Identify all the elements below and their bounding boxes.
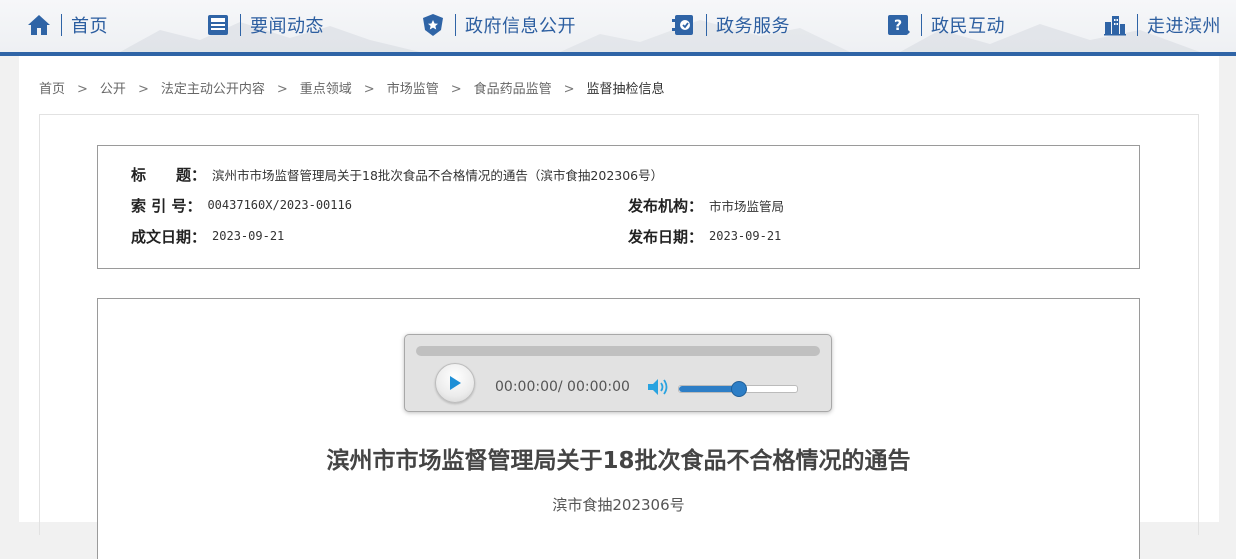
- nav-item-news[interactable]: 要闻动态: [206, 10, 324, 40]
- breadcrumb-separator: >: [77, 82, 88, 97]
- volume-icon[interactable]: [647, 378, 669, 396]
- meta-published-key: 发布日期：: [628, 227, 704, 246]
- background-decoration: [120, 20, 1200, 52]
- nav-separator: [61, 14, 62, 36]
- nav-item-services[interactable]: 政务服务: [672, 10, 790, 40]
- article-body: 00:00:00/ 00:00:00 滨州市市场监督管理局关于18批次食品不合格…: [97, 298, 1140, 559]
- breadcrumb-link-food-drug[interactable]: 食品药品监管: [474, 82, 552, 97]
- meta-title-key: 标 题：: [131, 165, 207, 184]
- meta-index-row: 索 引 号： 00437160X/2023-00116: [131, 195, 352, 215]
- breadcrumb-current: 监督抽检信息: [586, 82, 665, 97]
- meta-created-row: 成文日期： 2023-09-21: [131, 226, 284, 246]
- document-metadata: 标 题： 滨州市市场监督管理局关于18批次食品不合格情况的通告（滨市食抽2023…: [97, 145, 1140, 269]
- nav-separator: [706, 14, 707, 36]
- meta-index-value: 00437160X/2023-00116: [207, 198, 352, 212]
- play-icon: [450, 376, 461, 390]
- home-icon: [27, 13, 51, 37]
- meta-title-row: 标 题： 滨州市市场监督管理局关于18批次食品不合格情况的通告（滨市食抽2023…: [131, 164, 663, 184]
- breadcrumb-separator: >: [563, 82, 575, 97]
- breadcrumb-link-market[interactable]: 市场监管: [387, 82, 439, 97]
- meta-published-row: 发布日期： 2023-09-21: [628, 226, 781, 246]
- meta-publisher-value: 市市场监管局: [709, 198, 785, 214]
- nav-item-label: 走进滨州: [1147, 16, 1221, 37]
- breadcrumb-separator: >: [276, 82, 288, 97]
- audio-player: 00:00:00/ 00:00:00: [404, 334, 832, 412]
- article-container: 标 题： 滨州市市场监督管理局关于18批次食品不合格情况的通告（滨市食抽2023…: [39, 114, 1199, 559]
- breadcrumb-separator: >: [363, 82, 375, 97]
- breadcrumb-separator: >: [137, 82, 149, 97]
- breadcrumb-link-statutory[interactable]: 法定主动公开内容: [161, 82, 265, 97]
- nav-item-label: 政府信息公开: [465, 16, 576, 37]
- nav-item-gov-info[interactable]: 政府信息公开: [421, 10, 576, 40]
- meta-publisher-row: 发布机构： 市市场监管局: [628, 195, 784, 215]
- breadcrumb-link-key-areas[interactable]: 重点领域: [300, 82, 352, 97]
- breadcrumb-separator: >: [450, 82, 462, 97]
- nav-item-label: 首页: [71, 16, 108, 37]
- breadcrumb-link-home[interactable]: 首页: [39, 82, 65, 97]
- svg-text:?: ?: [894, 18, 902, 34]
- document-number: 滨市食抽202306号: [552, 496, 685, 514]
- building-icon: [1103, 13, 1127, 37]
- service-icon: [672, 13, 696, 37]
- nav-separator: [240, 14, 241, 36]
- nav-item-home[interactable]: 首页: [27, 10, 108, 40]
- top-navigation: 首页 要闻动态 政府信息公开 政务服务 ? 政民互动 走进滨州: [0, 0, 1236, 56]
- nav-separator: [1137, 14, 1138, 36]
- nav-item-label: 政务服务: [716, 16, 790, 37]
- meta-created-key: 成文日期：: [131, 227, 207, 246]
- audio-progress-bar[interactable]: [416, 346, 820, 356]
- badge-icon: [421, 13, 445, 37]
- question-icon: ?: [887, 13, 911, 37]
- meta-created-value: 2023-09-21: [212, 229, 285, 243]
- meta-title-value: 滨州市市场监督管理局关于18批次食品不合格情况的通告（滨市食抽202306号）: [212, 167, 664, 183]
- nav-item-interaction[interactable]: ? 政民互动: [887, 10, 1005, 40]
- meta-index-key: 索 引 号：: [131, 196, 202, 215]
- document-title: 滨州市市场监督管理局关于18批次食品不合格情况的通告: [326, 448, 911, 474]
- nav-item-label: 政民互动: [931, 16, 1005, 37]
- nav-separator: [455, 14, 456, 36]
- volume-fill: [679, 386, 738, 392]
- nav-item-about-binzhou[interactable]: 走进滨州: [1103, 10, 1221, 40]
- audio-time: 00:00:00/ 00:00:00: [495, 379, 630, 395]
- content-panel: 首页 > 公开 > 法定主动公开内容 > 重点领域 > 市场监管 > 食品药品监管 > 监督抽检信息 标…: [19, 56, 1219, 559]
- nav-separator: [921, 14, 922, 36]
- breadcrumb-link-public[interactable]: 公开: [100, 82, 126, 97]
- nav-item-label: 要闻动态: [250, 16, 324, 37]
- volume-knob[interactable]: [731, 381, 747, 397]
- news-icon: [206, 13, 230, 37]
- meta-published-value: 2023-09-21: [709, 229, 782, 243]
- volume-slider[interactable]: [678, 381, 798, 397]
- play-button[interactable]: [435, 363, 475, 403]
- meta-publisher-key: 发布机构：: [628, 196, 704, 215]
- breadcrumb: 首页 > 公开 > 法定主动公开内容 > 重点领域 > 市场监管 > 食品药品监管 > 监督抽检信息: [39, 78, 665, 97]
